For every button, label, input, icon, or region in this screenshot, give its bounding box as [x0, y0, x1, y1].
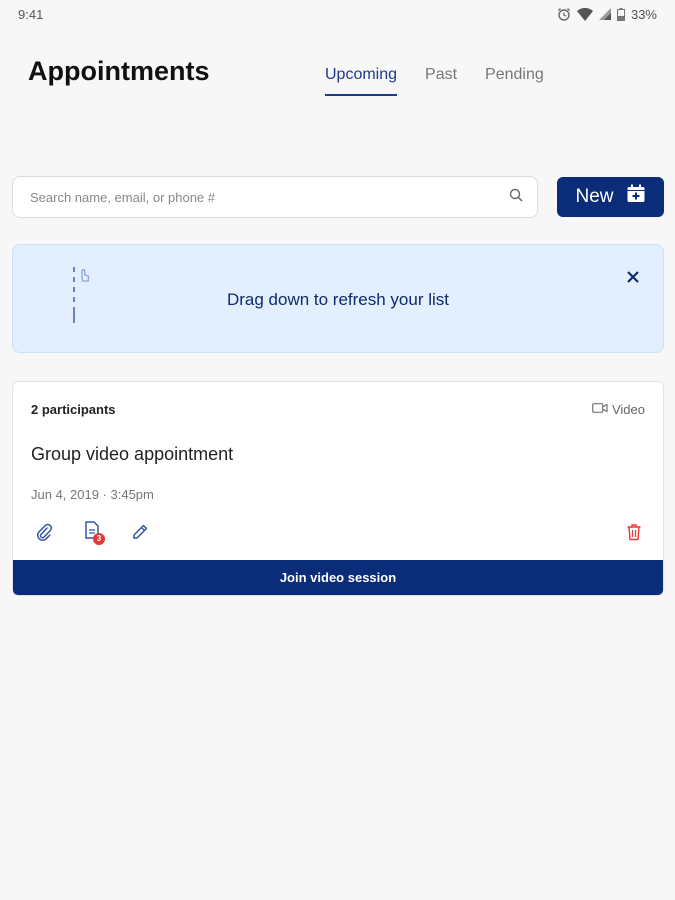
appointment-card[interactable]: 2 participants Video Group video appoint…	[12, 381, 664, 596]
banner-text: Drag down to refresh your list	[226, 290, 450, 309]
appointment-type: Video	[592, 402, 645, 417]
appointment-tabs: Upcoming Past Pending	[325, 66, 544, 96]
documents-button[interactable]: 3	[81, 520, 105, 545]
search-input[interactable]	[30, 189, 509, 205]
attachment-icon[interactable]	[33, 521, 55, 543]
delete-trash-icon[interactable]	[623, 521, 645, 543]
search-icon[interactable]	[509, 188, 523, 207]
tab-past[interactable]: Past	[425, 66, 457, 96]
edit-pencil-icon[interactable]	[129, 521, 151, 543]
participants-count: 2 participants	[31, 402, 116, 417]
join-video-session-button[interactable]: Join video session	[13, 560, 663, 595]
appointment-actions: 3	[33, 520, 151, 545]
wifi-icon	[576, 7, 593, 21]
tab-pending[interactable]: Pending	[485, 66, 544, 96]
calendar-add-icon	[626, 184, 646, 210]
signal-icon	[598, 8, 611, 20]
appointment-datetime: Jun 4, 2019 · 3:45pm	[31, 487, 154, 502]
document-count-badge: 3	[93, 533, 105, 545]
close-icon[interactable]	[625, 269, 641, 285]
new-appointment-button[interactable]: New	[557, 177, 664, 217]
status-icons: 33%	[557, 7, 657, 22]
alarm-icon	[557, 7, 571, 21]
tab-upcoming[interactable]: Upcoming	[325, 66, 398, 96]
new-button-label: New	[575, 186, 614, 207]
status-bar: 9:41 33%	[0, 0, 675, 28]
battery-icon	[616, 7, 625, 21]
appointment-type-label: Video	[611, 402, 645, 417]
video-camera-icon	[592, 402, 608, 417]
appointment-title: Group video appointment	[31, 444, 234, 464]
battery-percent: 33%	[630, 6, 657, 22]
status-time: 9:41	[18, 6, 44, 22]
search-box	[12, 176, 538, 218]
refresh-hint-banner: Drag down to refresh your list	[12, 244, 664, 353]
page-title: Appointments	[28, 56, 210, 86]
